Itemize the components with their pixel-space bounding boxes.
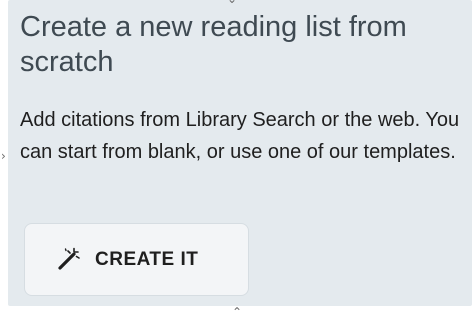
create-reading-list-card: Create a new reading list from scratch A… (8, 0, 472, 306)
left-edge-mark: › (1, 149, 6, 163)
bottom-edge-mark: ⌃ (232, 305, 243, 319)
create-it-button-label: CREATE IT (95, 248, 199, 270)
magic-wand-icon (55, 247, 81, 273)
create-it-button[interactable]: CREATE IT (24, 223, 249, 296)
card-title: Create a new reading list from scratch (20, 11, 407, 78)
card-description: Add citations from Library Search or the… (20, 109, 460, 163)
top-edge-mark: ⌄ (227, 0, 237, 5)
